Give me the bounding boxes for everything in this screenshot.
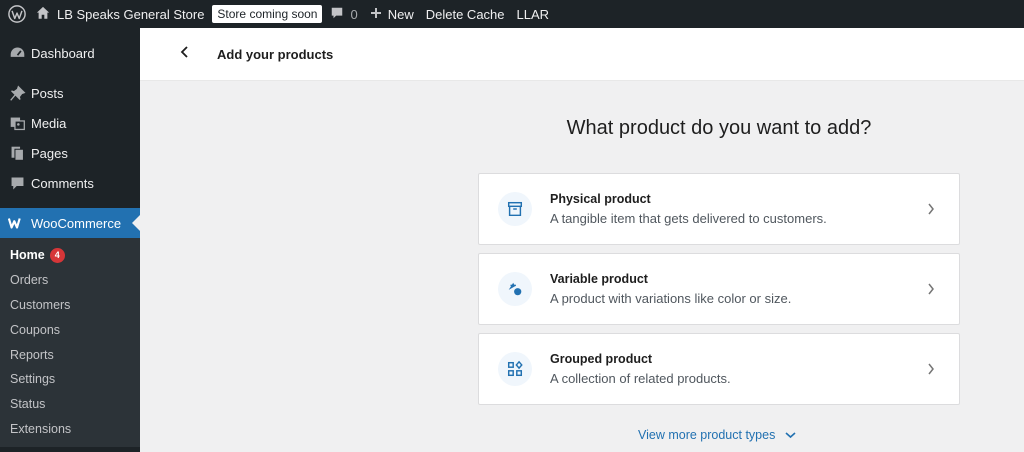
submenu-item-extensions[interactable]: Extensions [0,417,140,442]
sidebar-item-label: Media [31,115,67,131]
submenu-item-orders[interactable]: Orders [0,268,140,293]
dashboard-icon [7,43,27,63]
section-heading: What product do you want to add? [566,117,872,139]
submenu-item-status[interactable]: Status [0,392,140,417]
comments-count: 0 [350,6,358,22]
sidebar-item-label: Pages [31,145,68,161]
card-title: Variable product [550,272,648,286]
notification-badge: 4 [49,247,65,263]
chevron-left-icon [180,45,190,63]
card-description: A tangible item that gets delivered to c… [550,211,827,226]
sidebar-item-label: WooCommerce [31,215,122,231]
sidebar-item-label: Comments [31,175,94,191]
card-title: Grouped product [550,352,653,366]
grid-group-icon [498,352,532,386]
view-more-product-types-link[interactable]: View more product types [638,428,796,442]
pin-icon [7,83,27,103]
pages-icon [7,143,27,163]
submenu-item-settings[interactable]: Settings [0,367,140,392]
home-icon [36,6,57,23]
chevron-down-icon [775,428,796,442]
card-title: Physical product [550,192,651,206]
variable-product-card[interactable]: Variable product A product with variatio… [478,253,960,325]
submenu-item-label: Home [10,248,45,263]
comment-bubble-icon [330,6,350,23]
submenu-item-coupons[interactable]: Coupons [0,317,140,342]
comment-icon [7,173,27,193]
page-header: Add your products [140,28,1024,81]
card-description: A product with variations like color or … [550,291,792,306]
sidebar-item-label: Posts [31,85,64,101]
store-status-badge[interactable]: Store coming soon [212,5,323,23]
submenu-item-customers[interactable]: Customers [0,293,140,318]
new-label: New [387,6,414,22]
card-description: A collection of related products. [550,371,731,386]
admin-sidebar: Dashboard Posts Media Pages Comments Woo… [0,28,140,452]
submenu-item-reports[interactable]: Reports [0,342,140,367]
site-name-link[interactable]: LB Speaks General Store [34,0,210,28]
llar-link[interactable]: LLAR [511,0,556,28]
shapes-icon [498,272,532,306]
sidebar-item-comments[interactable]: Comments [0,168,140,198]
wordpress-logo-icon[interactable] [0,0,34,28]
chevron-right-icon [927,203,935,215]
media-icon [7,113,27,133]
plus-icon [370,7,388,22]
new-content-link[interactable]: New [364,0,420,28]
woocommerce-submenu: Home 4 Orders Customers Coupons Reports … [0,238,140,448]
grouped-product-card[interactable]: Grouped product A collection of related … [478,333,960,405]
sidebar-item-pages[interactable]: Pages [0,138,140,168]
sidebar-item-media[interactable]: Media [0,108,140,138]
physical-product-card[interactable]: Physical product A tangible item that ge… [478,173,960,245]
back-button[interactable] [173,42,197,66]
submenu-item-home[interactable]: Home 4 [0,243,140,268]
page-title: Add your products [217,46,334,62]
chevron-right-icon [927,283,935,295]
sidebar-item-dashboard[interactable]: Dashboard [0,38,140,68]
sidebar-item-woocommerce[interactable]: WooCommerce [0,208,140,238]
sidebar-item-posts[interactable]: Posts [0,78,140,108]
site-name: LB Speaks General Store [57,6,205,22]
more-link-label: View more product types [638,428,776,442]
woocommerce-icon [7,213,27,233]
admin-bar: LB Speaks General Store Store coming soo… [0,0,1024,28]
sidebar-item-label: Dashboard [31,45,95,61]
delete-cache-link[interactable]: Delete Cache [420,0,511,28]
comments-link[interactable]: 0 [324,0,363,28]
archive-box-icon [498,192,532,226]
chevron-right-icon [927,363,935,375]
